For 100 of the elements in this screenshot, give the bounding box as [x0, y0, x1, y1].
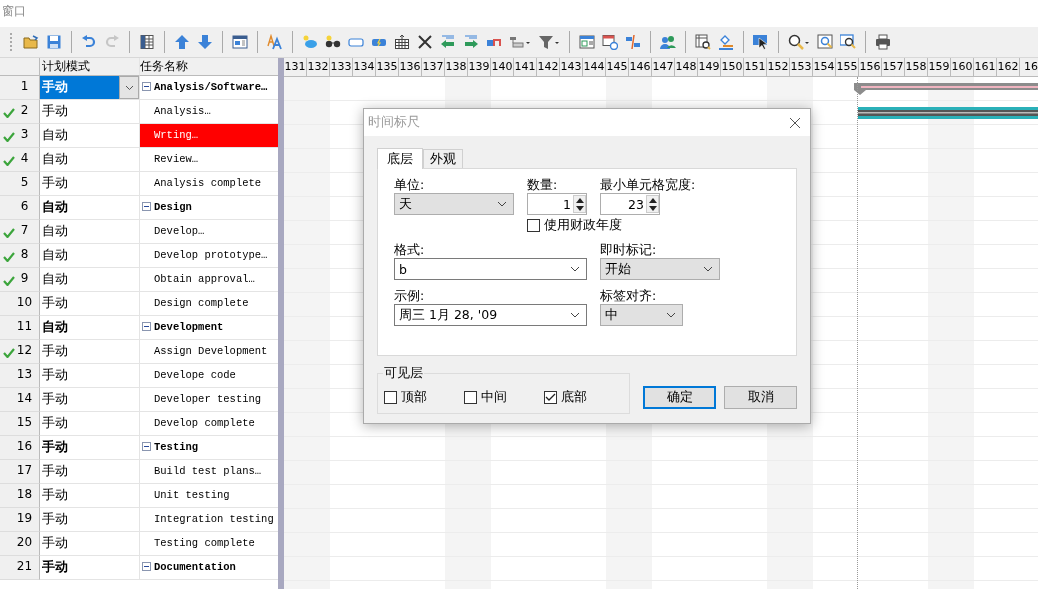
mode-cell[interactable]: 手动 — [40, 460, 140, 484]
spin-up-icon[interactable] — [648, 197, 657, 203]
day-label: 152 — [767, 58, 790, 76]
row-header[interactable]: 6 — [0, 196, 40, 220]
row-number: 21 — [16, 558, 33, 575]
collapse-icon[interactable] — [142, 82, 151, 91]
day-label: 161 — [974, 58, 997, 76]
checkbox[interactable] — [544, 391, 557, 404]
row-header[interactable]: 11 — [0, 316, 40, 340]
row-header[interactable]: 5 — [0, 172, 40, 196]
row-number: 3 — [20, 126, 29, 143]
collapse-icon[interactable] — [142, 322, 151, 331]
dialog-button[interactable]: 确定 — [643, 386, 716, 409]
mode-cell[interactable]: 手动 — [40, 388, 140, 412]
row-header[interactable]: 14 — [0, 388, 40, 412]
row-header[interactable]: 2 — [0, 100, 40, 124]
mode-cell[interactable]: 自动 — [40, 148, 140, 172]
unit-dropdown[interactable]: 天 — [394, 193, 514, 215]
font-icon[interactable] — [265, 32, 285, 52]
mode-cell[interactable]: 自动 — [40, 196, 140, 220]
mode-text: 手动 — [42, 414, 68, 432]
spin-up-icon[interactable] — [575, 197, 584, 203]
table-search-icon[interactable] — [693, 32, 713, 52]
row-header[interactable]: 15 — [0, 412, 40, 436]
mode-cell[interactable]: 自动 — [40, 220, 140, 244]
mode-cell[interactable]: 手动 — [40, 292, 140, 316]
mode-cell[interactable]: 手动 — [40, 556, 140, 580]
row-header[interactable]: 18 — [0, 484, 40, 508]
spin-down-icon[interactable] — [575, 205, 584, 211]
row-header[interactable]: 3 — [0, 124, 40, 148]
day-label: 140 — [491, 58, 514, 76]
format-dropdown[interactable]: b — [394, 258, 587, 280]
summary-bar[interactable] — [854, 83, 1038, 95]
mode-text: 手动 — [42, 78, 68, 96]
align-dropdown[interactable]: 中 — [600, 304, 683, 326]
row-header[interactable]: 19 — [0, 508, 40, 532]
row-header[interactable]: 13 — [0, 364, 40, 388]
checkbox[interactable] — [527, 219, 540, 232]
chevron-down-icon — [497, 201, 507, 207]
row-header[interactable]: 1 — [0, 76, 40, 100]
print-icon[interactable] — [873, 32, 893, 52]
split-icon[interactable] — [623, 32, 643, 52]
row-header[interactable]: 12 — [0, 340, 40, 364]
mode-cell[interactable]: 手动 — [40, 532, 140, 556]
tab[interactable]: 外观 — [423, 149, 463, 168]
task-name: Analysis complete — [154, 176, 262, 191]
search-icon[interactable] — [786, 32, 812, 52]
table-icon[interactable] — [137, 32, 157, 52]
sample-dropdown[interactable]: 周三 1月 28, '09 — [394, 304, 587, 326]
mode-cell[interactable]: 手动 — [40, 340, 140, 364]
mode-cell[interactable]: 自动 — [40, 316, 140, 340]
folder-icon[interactable] — [21, 32, 41, 52]
column-header[interactable]: 任务名称 — [140, 58, 278, 76]
mode-cell[interactable]: 手动 — [40, 364, 140, 388]
task-bar[interactable] — [858, 107, 1038, 119]
mode-text: 手动 — [42, 366, 68, 384]
mode-cell[interactable]: 手动 — [40, 412, 140, 436]
mode-cell[interactable]: 手动 — [40, 508, 140, 532]
count-spinbox[interactable]: 1 — [527, 193, 587, 215]
mode-cell[interactable]: 自动 — [40, 244, 140, 268]
calendar-icon[interactable] — [392, 32, 412, 52]
zoom-frame-icon[interactable] — [815, 32, 835, 52]
checkbox[interactable] — [464, 391, 477, 404]
collapse-icon[interactable] — [142, 442, 151, 451]
form-icon[interactable] — [577, 32, 597, 52]
row-number: 8 — [20, 246, 29, 263]
spin-down-icon[interactable] — [648, 205, 657, 211]
row-number: 14 — [16, 390, 33, 407]
checkmark-icon — [3, 228, 15, 238]
mode-cell[interactable]: 手动 — [40, 76, 140, 100]
mode-cell[interactable]: 自动 — [40, 268, 140, 292]
column-header[interactable]: 计划模式 — [40, 58, 140, 76]
row-header[interactable]: 16 — [0, 436, 40, 460]
checkmark-icon — [3, 108, 15, 118]
width-spinbox[interactable]: 23 — [600, 193, 660, 215]
day-label: 149 — [698, 58, 721, 76]
row-header[interactable]: 8 — [0, 244, 40, 268]
checkbox[interactable] — [384, 391, 397, 404]
mode-text: 手动 — [42, 342, 68, 360]
mode-cell[interactable]: 手动 — [40, 436, 140, 460]
row-header[interactable]: 10 — [0, 292, 40, 316]
collapse-icon[interactable] — [142, 562, 151, 571]
tab[interactable]: 底层 — [377, 148, 423, 169]
dialog-button[interactable]: 取消 — [724, 386, 797, 409]
collapse-icon[interactable] — [142, 202, 151, 211]
chevron-down-icon — [570, 312, 580, 318]
row-header[interactable]: 4 — [0, 148, 40, 172]
row-header[interactable]: 7 — [0, 220, 40, 244]
mode-cell[interactable]: 手动 — [40, 100, 140, 124]
marker-dropdown[interactable]: 开始 — [600, 258, 720, 280]
mode-cell[interactable]: 手动 — [40, 172, 140, 196]
row-header[interactable]: 17 — [0, 460, 40, 484]
row-header[interactable]: 21 — [0, 556, 40, 580]
calendar-clock-icon[interactable] — [600, 32, 620, 52]
mode-cell[interactable]: 手动 — [40, 484, 140, 508]
window-icon[interactable] — [230, 32, 250, 52]
close-icon[interactable] — [789, 116, 801, 129]
day-label: 131 — [284, 58, 307, 76]
row-header[interactable]: 9 — [0, 268, 40, 292]
row-header[interactable]: 20 — [0, 532, 40, 556]
